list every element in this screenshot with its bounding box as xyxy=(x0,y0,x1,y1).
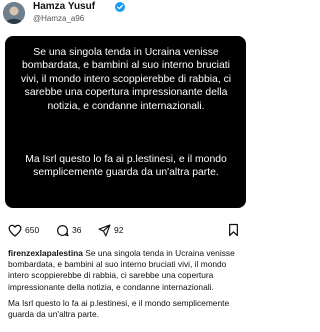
post-header: Hamza Yusuf @Hamza_a96 xyxy=(0,0,250,36)
bookmark-button[interactable] xyxy=(228,222,239,238)
post-image-card: Se una singola tenda in Ucraina venisse … xyxy=(5,36,246,208)
action-bar: 650 36 92 xyxy=(0,222,250,240)
card-paragraph-1: Se una singola tenda in Ucraina venisse … xyxy=(20,47,232,112)
heart-icon xyxy=(8,224,22,237)
comment-bubble-icon xyxy=(57,224,69,236)
share-button[interactable]: 92 xyxy=(98,222,123,238)
author-name[interactable]: Hamza Yusuf xyxy=(33,1,95,12)
bookmark-icon xyxy=(229,223,238,237)
verified-badge-icon xyxy=(115,2,125,12)
like-count: 650 xyxy=(25,225,40,235)
caption-username[interactable]: firenzexlapalestina xyxy=(8,248,83,258)
like-button[interactable]: 650 xyxy=(8,222,39,238)
caption-paragraph-2: Ma Isrl questo lo fa ai p.lestinesi, e i… xyxy=(8,298,230,320)
author-handle[interactable]: @Hamza_a96 xyxy=(33,14,84,23)
avatar[interactable] xyxy=(3,2,25,24)
share-count: 92 xyxy=(114,225,124,235)
comment-count: 36 xyxy=(72,225,82,235)
card-paragraph-2: Ma Isrl questo lo fa ai p.lestinesi, e i… xyxy=(25,154,227,179)
comment-button[interactable]: 36 xyxy=(56,222,81,238)
paper-plane-icon xyxy=(98,224,111,236)
caption-paragraph-1: firenzexlapalestina Se una singola tenda… xyxy=(8,248,246,293)
